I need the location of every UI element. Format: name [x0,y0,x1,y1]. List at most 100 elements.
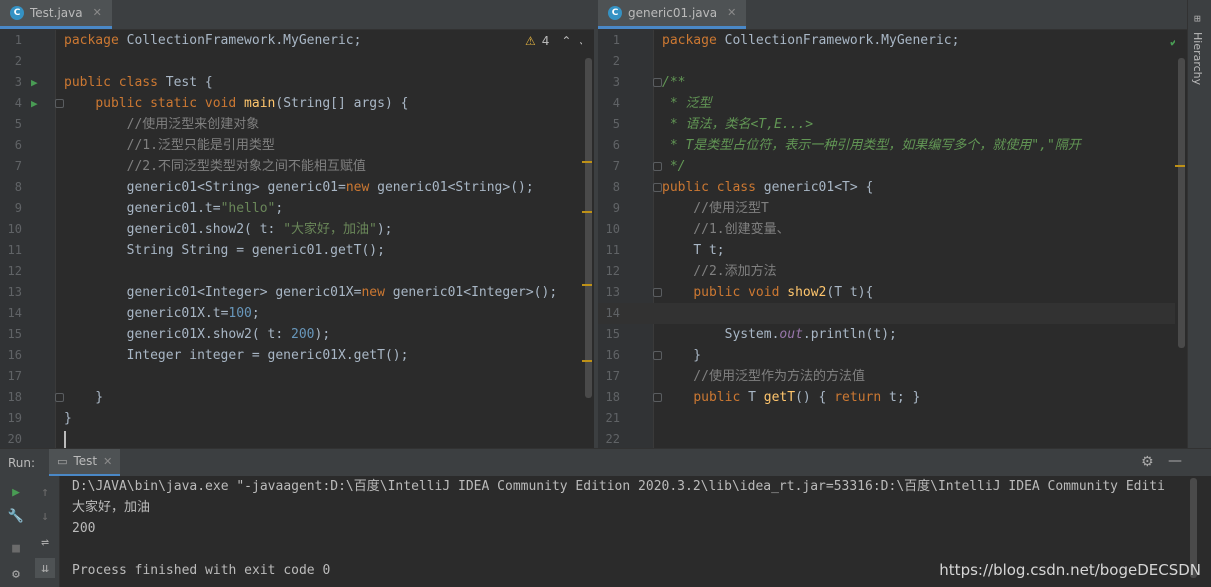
code-line[interactable]: 22 [598,429,1187,448]
code-line[interactable]: 16 Integer integer = generic01X.getT(); [0,345,594,366]
fold-marker-icon[interactable] [55,393,64,402]
code-line[interactable]: 11 T t; [598,240,1187,261]
fold-marker-icon[interactable] [653,351,662,360]
run-config-tab[interactable]: ▭ Test ✕ [49,448,121,477]
line-number: 16 [605,348,620,362]
down-arrow-icon[interactable]: ↓ [35,506,55,526]
code-line[interactable]: 1 package CollectionFramework.MyGeneric; [0,30,594,51]
code-line[interactable]: 7 //2.不同泛型类型对象之间不能相互赋值 [0,156,594,177]
scroll-to-end-icon[interactable]: ⇊ [35,558,55,578]
run-config-label: Test [73,454,98,468]
code-line[interactable]: 15 System.out.println(t); [598,324,1187,345]
gear-icon[interactable]: ⚙ [1141,454,1154,470]
code-line[interactable]: 6 //1.泛型只能是引用类型 [0,135,594,156]
code-line[interactable]: 13 generic01<Integer> generic01X=new gen… [0,282,594,303]
code-line[interactable]: 3 ▶ public class Test { [0,72,594,93]
code-line[interactable]: 17 [0,366,594,387]
code-line[interactable]: 12 //2.添加方法 [598,261,1187,282]
settings-icon[interactable]: ⚙ [6,564,26,584]
fold-marker-icon[interactable] [653,393,662,402]
code-line[interactable]: 4 * 泛型 [598,93,1187,114]
line-number: 8 [612,180,620,194]
line-number: 13 [7,285,22,299]
code-text: } [64,411,72,426]
line-number: 12 [7,264,22,278]
left-code-editor[interactable]: 1 package CollectionFramework.MyGeneric; 2… [0,30,594,448]
soft-wrap-icon[interactable]: ⇌ [35,532,55,552]
code-text: } [662,348,702,363]
line-number: 9 [612,201,620,215]
tab-test-java[interactable]: C Test.java ✕ [0,0,112,29]
code-line[interactable]: 14 [598,303,1187,324]
code-line[interactable]: 12 [0,261,594,282]
code-line[interactable]: 18 public T getT() { return t; } [598,387,1187,408]
fold-marker-icon[interactable] [653,78,662,87]
code-line[interactable]: 18 } [0,387,594,408]
code-line[interactable]: 17 //使用泛型作为方法的方法值 [598,366,1187,387]
tab-generic01-java[interactable]: C generic01.java ✕ [598,0,747,29]
hierarchy-icon[interactable]: ⊞ [1194,12,1201,25]
left-scrollbar[interactable] [582,30,594,448]
run-gutter-icon[interactable]: ▶ [31,72,38,93]
code-line[interactable]: 11 String String = generic01.getT(); [0,240,594,261]
code-line[interactable]: 2 [0,51,594,72]
fold-marker-icon[interactable] [55,99,64,108]
line-number: 2 [14,54,22,68]
scroll-thumb[interactable] [1178,58,1185,348]
right-scrollbar[interactable] [1175,30,1187,448]
code-line[interactable]: 6 * T是类型占位符，表示一种引用类型，如果编写多个，就使用","隔开 [598,135,1187,156]
wrench-icon[interactable]: 🔧 [6,506,26,526]
code-line[interactable]: 9 generic01.t="hello"; [0,198,594,219]
fold-marker-icon[interactable] [653,288,662,297]
code-line[interactable]: 8 generic01<String> generic01=new generi… [0,177,594,198]
line-number: 6 [612,138,620,152]
java-class-icon: C [608,5,622,20]
code-text: //2.添加方法 [662,264,777,279]
code-line[interactable]: 15 generic01X.show2( t: 200); [0,324,594,345]
minimize-icon[interactable]: — [1168,453,1182,469]
code-line[interactable]: 10 generic01.show2( t: "大家好，加油"); [0,219,594,240]
code-line[interactable]: 21 [598,408,1187,429]
console-line: D:\JAVA\bin\java.exe "-javaagent:D:\百度\I… [72,479,1165,494]
code-line[interactable]: 1 package CollectionFramework.MyGeneric; [598,30,1187,51]
code-line[interactable]: 10 //1.创建变量、 [598,219,1187,240]
code-line[interactable]: 5 //使用泛型来创建对象 [0,114,594,135]
hierarchy-tab[interactable]: Hierarchy [1191,32,1204,85]
console-line: 大家好，加油 [72,500,151,515]
code-text: /** [662,75,686,90]
code-line[interactable]: 3 /** [598,72,1187,93]
code-line[interactable]: 19} [0,408,594,429]
run-gutter-icon[interactable]: ▶ [31,93,38,114]
close-tab-icon[interactable]: ✕ [103,455,112,468]
rerun-icon[interactable]: ▶ [6,482,26,502]
line-number: 10 [605,222,620,236]
code-line[interactable]: 4 ▶ public static void main(String[] args… [0,93,594,114]
code-line[interactable]: 14 generic01X.t=100; [0,303,594,324]
code-line[interactable]: 9 //使用泛型T [598,198,1187,219]
close-tab-icon[interactable]: ✕ [93,6,102,19]
code-line[interactable]: 13 public void show2(T t){ [598,282,1187,303]
inspection-widget[interactable]: ⚠ 4 ⌃ ⌄ [525,34,588,48]
code-line[interactable]: 8 public class generic01<T> { [598,177,1187,198]
console-panel[interactable]: ▶ 🔧 ■ ⚙ ↑ ↓ ⇌ ⇊ D:\JAVA\bin\java.exe "-j… [0,476,1211,587]
code-text: System.out.println(t); [724,327,897,342]
code-line[interactable]: 2 [598,51,1187,72]
previous-highlight-icon[interactable]: ⌃ [561,34,571,48]
stop-icon[interactable]: ■ [6,538,26,558]
right-code-editor[interactable]: 1 package CollectionFramework.MyGeneric; 2… [598,30,1187,448]
fold-marker-icon[interactable] [653,162,662,171]
up-arrow-icon[interactable]: ↑ [35,482,55,502]
code-line[interactable]: 7 */ [598,156,1187,177]
code-line[interactable]: 16 } [598,345,1187,366]
close-tab-icon[interactable]: ✕ [727,6,736,19]
code-text: //使用泛型作为方法的方法值 [662,369,865,384]
line-number: 17 [605,369,620,383]
warning-marker [1175,165,1185,167]
line-number: 13 [605,285,620,299]
code-line[interactable]: 5 * 语法，类名<T,E...> [598,114,1187,135]
warning-icon: ⚠ [525,34,536,48]
code-line[interactable]: 20 [0,429,594,448]
scroll-thumb[interactable] [585,58,592,398]
fold-marker-icon[interactable] [653,183,662,192]
line-number: 1 [612,33,620,47]
